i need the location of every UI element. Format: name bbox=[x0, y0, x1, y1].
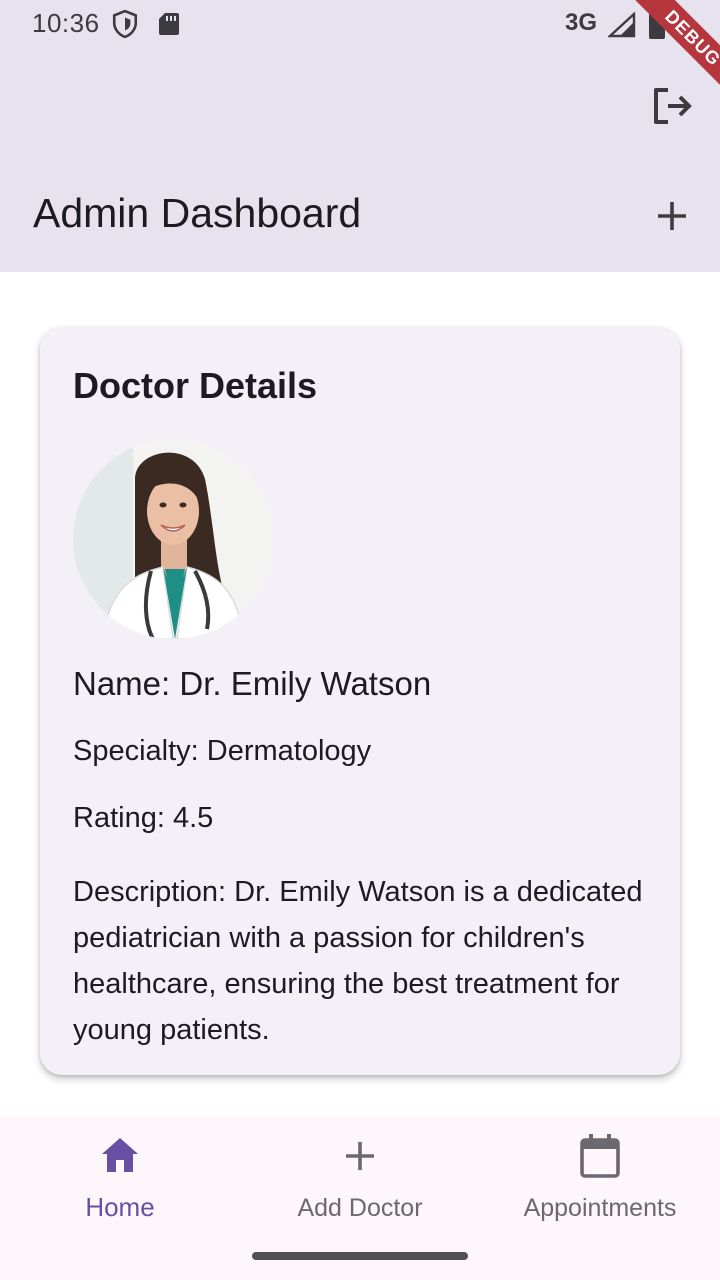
add-button[interactable] bbox=[648, 192, 696, 240]
nav-home[interactable]: Home bbox=[0, 1132, 240, 1223]
card-title: Doctor Details bbox=[73, 365, 318, 406]
doctor-name: Name: Dr. Emily Watson bbox=[73, 665, 432, 702]
add-icon bbox=[346, 1142, 374, 1170]
nav-appointments-label: Appointments bbox=[523, 1194, 677, 1222]
home-icon bbox=[102, 1138, 138, 1172]
network-type: 3G bbox=[565, 9, 598, 36]
shield-icon bbox=[112, 9, 138, 43]
add-icon bbox=[658, 202, 686, 230]
page-title: Admin Dashboard bbox=[33, 190, 362, 236]
status-time: 10:36 bbox=[32, 8, 100, 38]
doctor-rating: Rating: 4.5 bbox=[73, 802, 214, 834]
signal-icon bbox=[606, 11, 636, 43]
nav-add-doctor-label: Add Doctor bbox=[297, 1194, 423, 1222]
app-bar: Admin Dashboard bbox=[0, 48, 720, 272]
home-indicator[interactable] bbox=[252, 1252, 468, 1260]
logout-icon bbox=[654, 88, 692, 124]
sd-card-icon bbox=[158, 12, 180, 41]
logout-button[interactable] bbox=[648, 82, 696, 130]
doctor-description: Description: Dr. Emily Watson is a dedic… bbox=[73, 876, 643, 1046]
doctor-details-card: Doctor Details Name: Dr. Emily Watson Sp… bbox=[40, 327, 680, 1075]
calendar-icon bbox=[580, 1134, 620, 1178]
nav-add-doctor[interactable]: Add Doctor bbox=[240, 1132, 480, 1223]
doctor-specialty: Specialty: Dermatology bbox=[73, 735, 372, 767]
nav-appointments[interactable]: Appointments bbox=[480, 1132, 720, 1223]
status-bar: 10:36 3G bbox=[0, 0, 720, 48]
nav-home-label: Home bbox=[85, 1192, 155, 1222]
doctor-photo bbox=[73, 439, 273, 639]
